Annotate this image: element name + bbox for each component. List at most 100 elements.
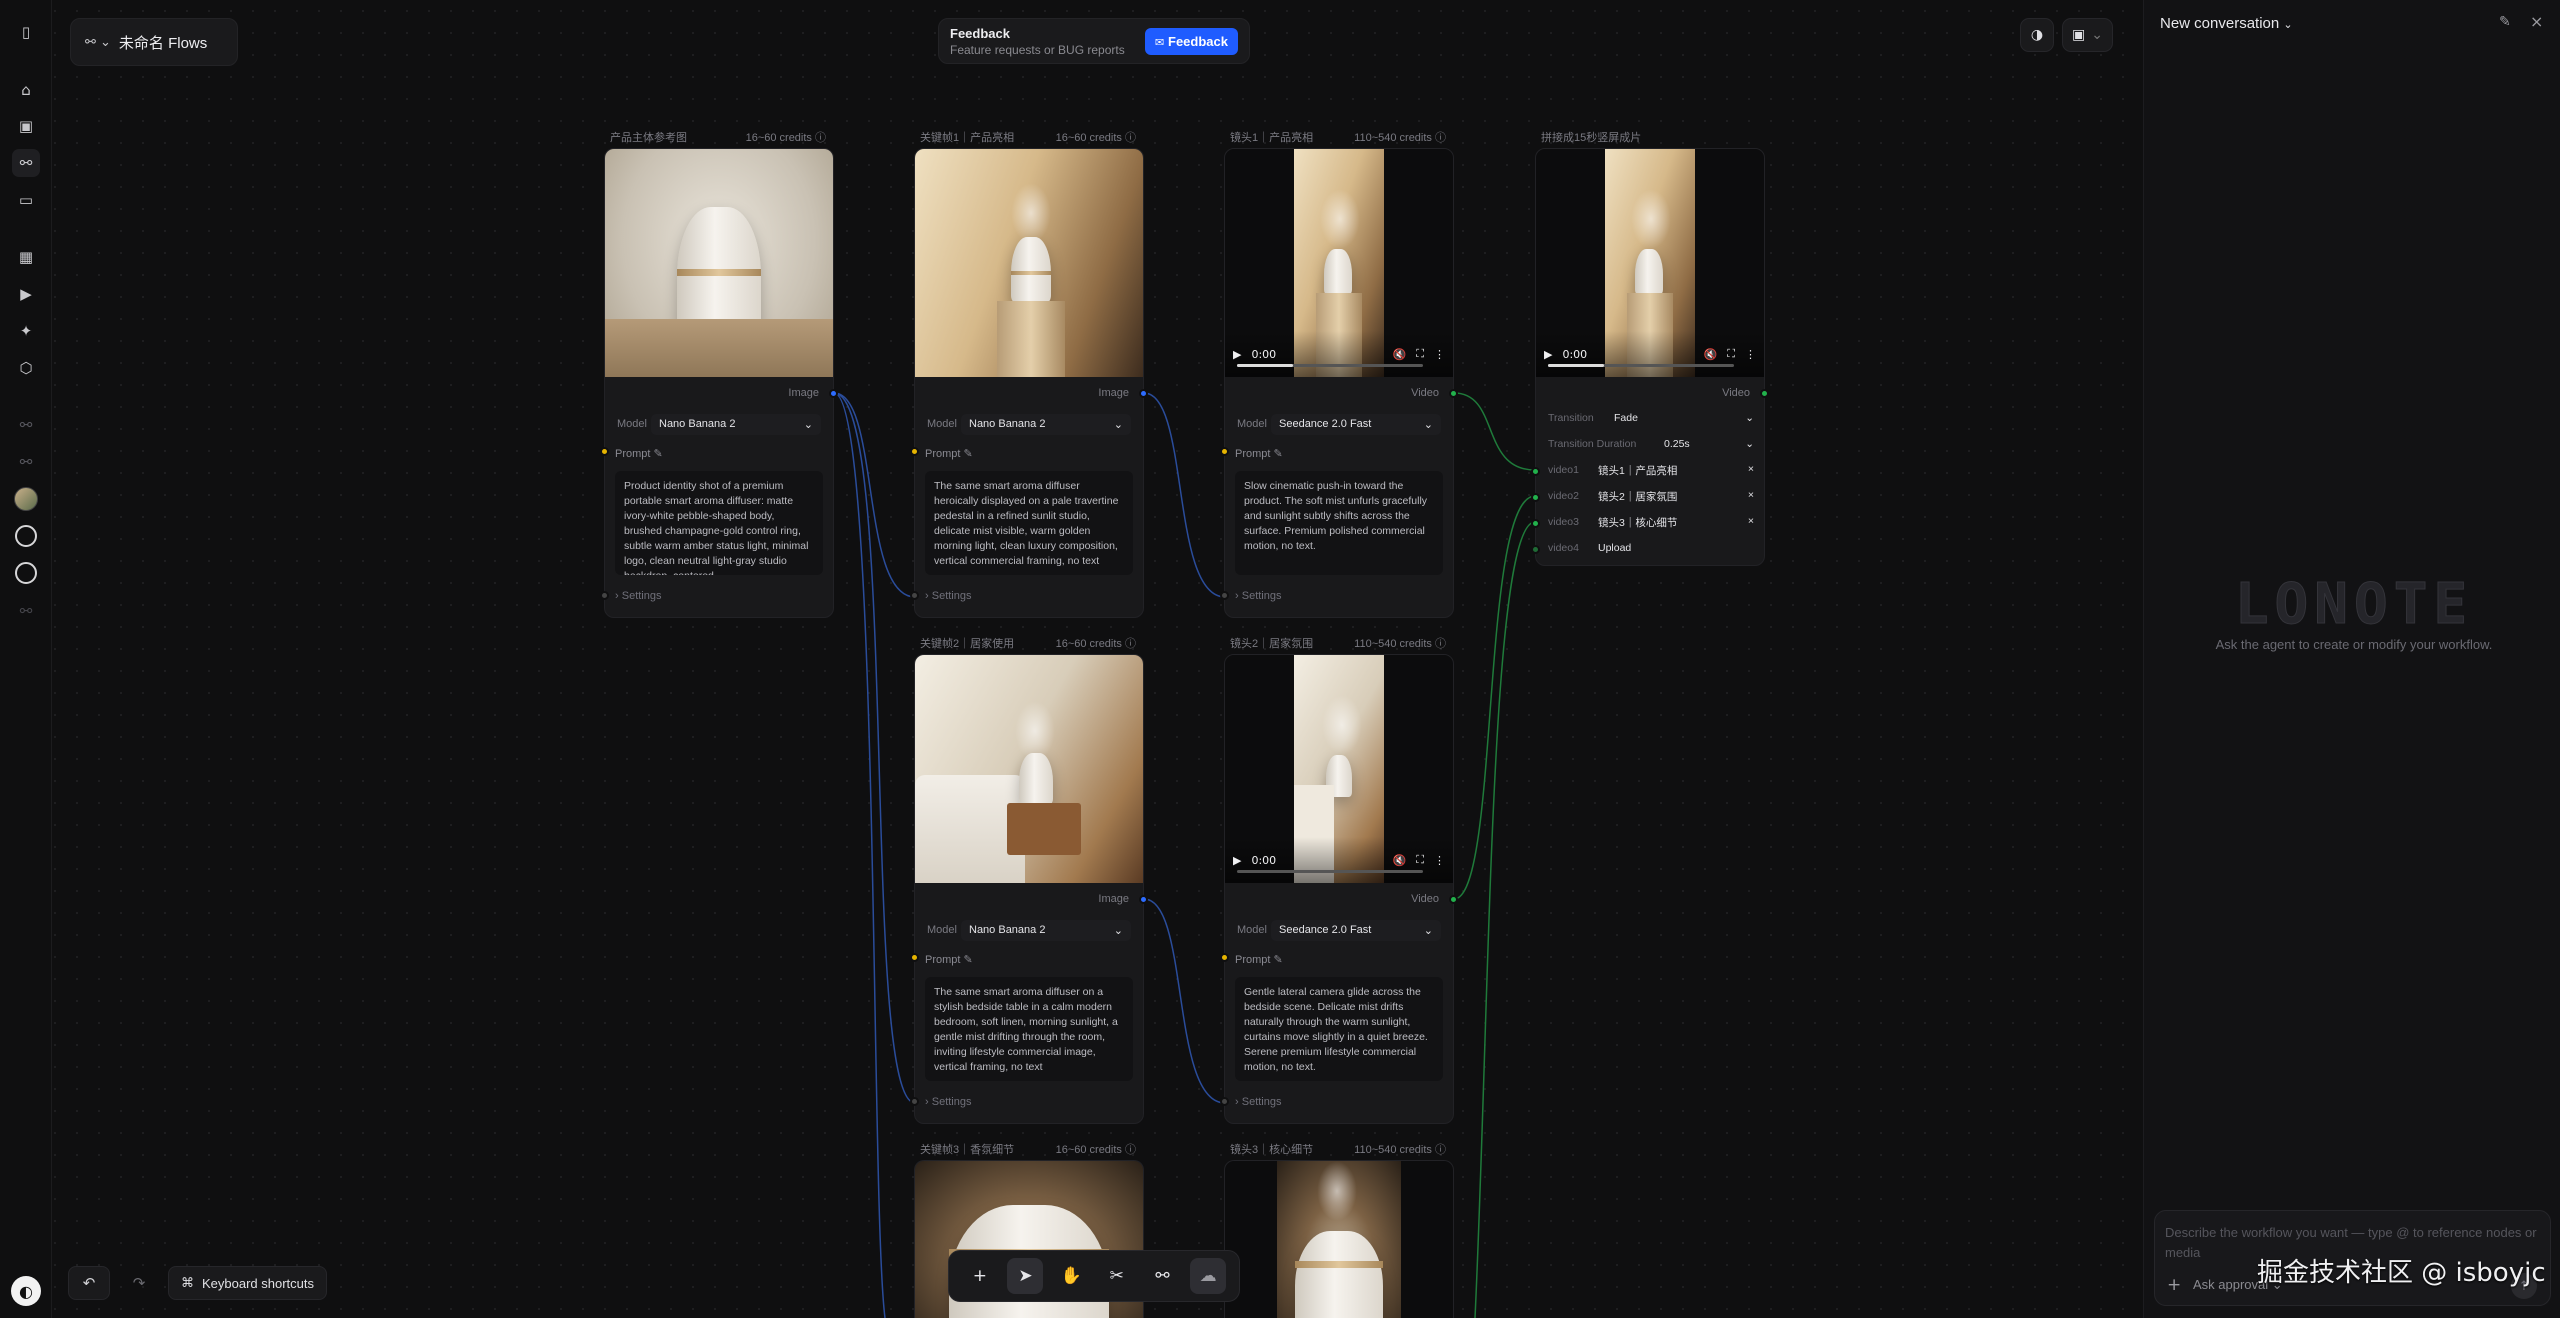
remove-icon[interactable]: × xyxy=(1748,489,1754,504)
merge-video-node[interactable]: ▶ 0:00 🔇 ⛶ ⋮ Video Transition Fade ⌄ Tran… xyxy=(1531,148,1769,566)
magic-icon[interactable]: ✦ xyxy=(12,317,40,345)
settings-toggle[interactable]: › Settings xyxy=(1235,590,1281,602)
add-node-icon[interactable]: + xyxy=(962,1258,998,1294)
prompt-port[interactable] xyxy=(910,953,919,962)
model-select[interactable]: Model Seedance 2.0 Fast ⌄ xyxy=(1237,413,1441,435)
more-icon[interactable]: ⋮ xyxy=(1434,348,1445,361)
prompt-port[interactable] xyxy=(1220,953,1229,962)
prompt-textarea[interactable]: Product identity shot of a premium porta… xyxy=(615,471,823,575)
output-port[interactable] xyxy=(1139,389,1148,398)
video-progress[interactable] xyxy=(1237,870,1423,873)
upload-button[interactable]: Upload xyxy=(1598,542,1631,554)
fullscreen-icon[interactable]: ⛶ xyxy=(1416,853,1424,867)
prompt-port[interactable] xyxy=(1220,447,1229,456)
prompt-textarea[interactable]: Slow cinematic push-in toward the produc… xyxy=(1235,471,1443,575)
video-node[interactable] xyxy=(1224,1160,1454,1318)
image-node[interactable]: Image Model Nano Banana 2 ⌄ Prompt ✎ The … xyxy=(910,654,1148,1124)
video-node[interactable]: ▶ 0:00 🔇 ⛶ ⋮ Video Model Seedance 2.0 Fa… xyxy=(1220,148,1458,618)
output-port[interactable] xyxy=(1449,895,1458,904)
input-port[interactable] xyxy=(1531,467,1540,476)
avatar[interactable] xyxy=(14,487,38,511)
close-icon[interactable]: × xyxy=(2530,12,2543,31)
feedback-button[interactable]: ✉ Feedback xyxy=(1144,27,1238,55)
prompt-port[interactable] xyxy=(910,447,919,456)
model-select[interactable]: Model Nano Banana 2 ⌄ xyxy=(927,919,1131,941)
layout-menu-button[interactable]: ▣ ⌄ xyxy=(2062,18,2113,52)
video-progress[interactable] xyxy=(1548,364,1734,367)
sidebar-toggle-icon[interactable]: ▯ xyxy=(12,18,40,46)
keyboard-shortcuts-button[interactable]: ⌘ Keyboard shortcuts xyxy=(168,1266,328,1300)
remove-icon[interactable]: × xyxy=(1748,463,1754,478)
settings-toggle[interactable]: › Settings xyxy=(615,590,661,602)
image-node[interactable]: Image Model Nano Banana 2 ⌄ Prompt ✎ The … xyxy=(910,148,1148,618)
prompt-port[interactable] xyxy=(600,447,609,456)
mute-icon[interactable]: 🔇 xyxy=(1704,348,1718,361)
remove-icon[interactable]: × xyxy=(1748,515,1754,530)
more-link-icon[interactable]: ⚯ xyxy=(12,597,40,625)
video-icon[interactable]: ▶ xyxy=(12,280,40,308)
fullscreen-icon[interactable]: ⛶ xyxy=(1727,347,1735,361)
video-input-row[interactable]: video3 镜头3｜核心细节 × xyxy=(1548,513,1754,531)
cube-icon[interactable]: ⬡ xyxy=(12,354,40,382)
video-player[interactable]: ▶ 0:00 🔇 ⛶ ⋮ xyxy=(1225,149,1453,377)
settings-port[interactable] xyxy=(1220,1097,1229,1106)
settings-toggle[interactable]: › Settings xyxy=(925,1096,971,1108)
output-port[interactable] xyxy=(829,389,838,398)
play-icon[interactable]: ▶ xyxy=(1544,348,1552,361)
theme-toggle-icon[interactable]: ◑ xyxy=(2020,18,2054,52)
video-input-row[interactable]: video1 镜头1｜产品亮相 × xyxy=(1548,461,1754,479)
status-ring-alt-icon[interactable] xyxy=(15,562,37,584)
more-icon[interactable]: ⋮ xyxy=(1434,854,1445,867)
scissors-icon[interactable]: ✂ xyxy=(1099,1258,1135,1294)
undo-icon[interactable]: ↶ xyxy=(68,1266,110,1300)
video-input-row[interactable]: video2 镜头2｜居家氛围 × xyxy=(1548,487,1754,505)
video-player[interactable]: ▶ 0:00 🔇 ⛶ ⋮ xyxy=(1536,149,1764,377)
gallery-icon[interactable]: ▦ xyxy=(12,243,40,271)
output-port[interactable] xyxy=(1449,389,1458,398)
redo-icon[interactable]: ↷ xyxy=(118,1266,160,1300)
duration-select[interactable]: Transition Duration 0.25s ⌄ xyxy=(1548,435,1754,453)
settings-port[interactable] xyxy=(910,591,919,600)
model-select[interactable]: Model Nano Banana 2 ⌄ xyxy=(617,413,821,435)
prompt-textarea[interactable]: The same smart aroma diffuser heroically… xyxy=(925,471,1133,575)
model-select[interactable]: Model Seedance 2.0 Fast ⌄ xyxy=(1237,919,1441,941)
flows-icon[interactable]: ⚯ xyxy=(12,149,40,177)
status-ring-icon[interactable] xyxy=(15,525,37,547)
more-icon[interactable]: ⋮ xyxy=(1745,348,1756,361)
input-port[interactable] xyxy=(1531,545,1540,554)
output-port[interactable] xyxy=(1139,895,1148,904)
model-select[interactable]: Model Nano Banana 2 ⌄ xyxy=(927,413,1131,435)
brand-logo-icon[interactable]: ◐ xyxy=(11,1276,41,1306)
settings-toggle[interactable]: › Settings xyxy=(1235,1096,1281,1108)
cloud-icon[interactable]: ☁ xyxy=(1190,1258,1227,1294)
mute-icon[interactable]: 🔇 xyxy=(1393,348,1407,361)
play-icon[interactable]: ▶ xyxy=(1233,348,1241,361)
link-alt-icon[interactable]: ⚯ xyxy=(12,448,40,476)
settings-port[interactable] xyxy=(1220,591,1229,600)
video-progress[interactable] xyxy=(1237,364,1423,367)
folder-icon[interactable]: ▭ xyxy=(12,186,40,214)
conversation-selector[interactable]: New conversation ⌄ xyxy=(2160,15,2293,32)
hand-pan-icon[interactable]: ✋ xyxy=(1053,1258,1089,1294)
select-pointer-icon[interactable]: ➤ xyxy=(1007,1258,1044,1294)
settings-port[interactable] xyxy=(910,1097,919,1106)
settings-port[interactable] xyxy=(600,591,609,600)
link-icon[interactable]: ⚯ xyxy=(12,411,40,439)
input-port[interactable] xyxy=(1531,519,1540,528)
transition-select[interactable]: Transition Fade ⌄ xyxy=(1548,409,1754,427)
input-port[interactable] xyxy=(1531,493,1540,502)
image-icon[interactable]: ▣ xyxy=(12,112,40,140)
video-upload-row[interactable]: video4 Upload xyxy=(1548,539,1754,557)
output-port[interactable] xyxy=(1760,389,1769,398)
video-player[interactable]: ▶ 0:00 🔇 ⛶ ⋮ xyxy=(1225,655,1453,883)
fullscreen-icon[interactable]: ⛶ xyxy=(1416,347,1424,361)
prompt-textarea[interactable]: Gentle lateral camera glide across the b… xyxy=(1235,977,1443,1081)
flow-name-button[interactable]: ⚯ ⌄ 未命名 Flows xyxy=(70,18,238,66)
connect-icon[interactable]: ⚯ xyxy=(1144,1258,1180,1294)
prompt-textarea[interactable]: The same smart aroma diffuser on a styli… xyxy=(925,977,1133,1081)
new-chat-icon[interactable]: ✎ xyxy=(2499,14,2511,30)
home-icon[interactable]: ⌂ xyxy=(12,76,40,104)
image-node[interactable]: Image Model Nano Banana 2 ⌄ Prompt ✎ Prod… xyxy=(600,148,838,618)
play-icon[interactable]: ▶ xyxy=(1233,854,1241,867)
mute-icon[interactable]: 🔇 xyxy=(1393,854,1407,867)
